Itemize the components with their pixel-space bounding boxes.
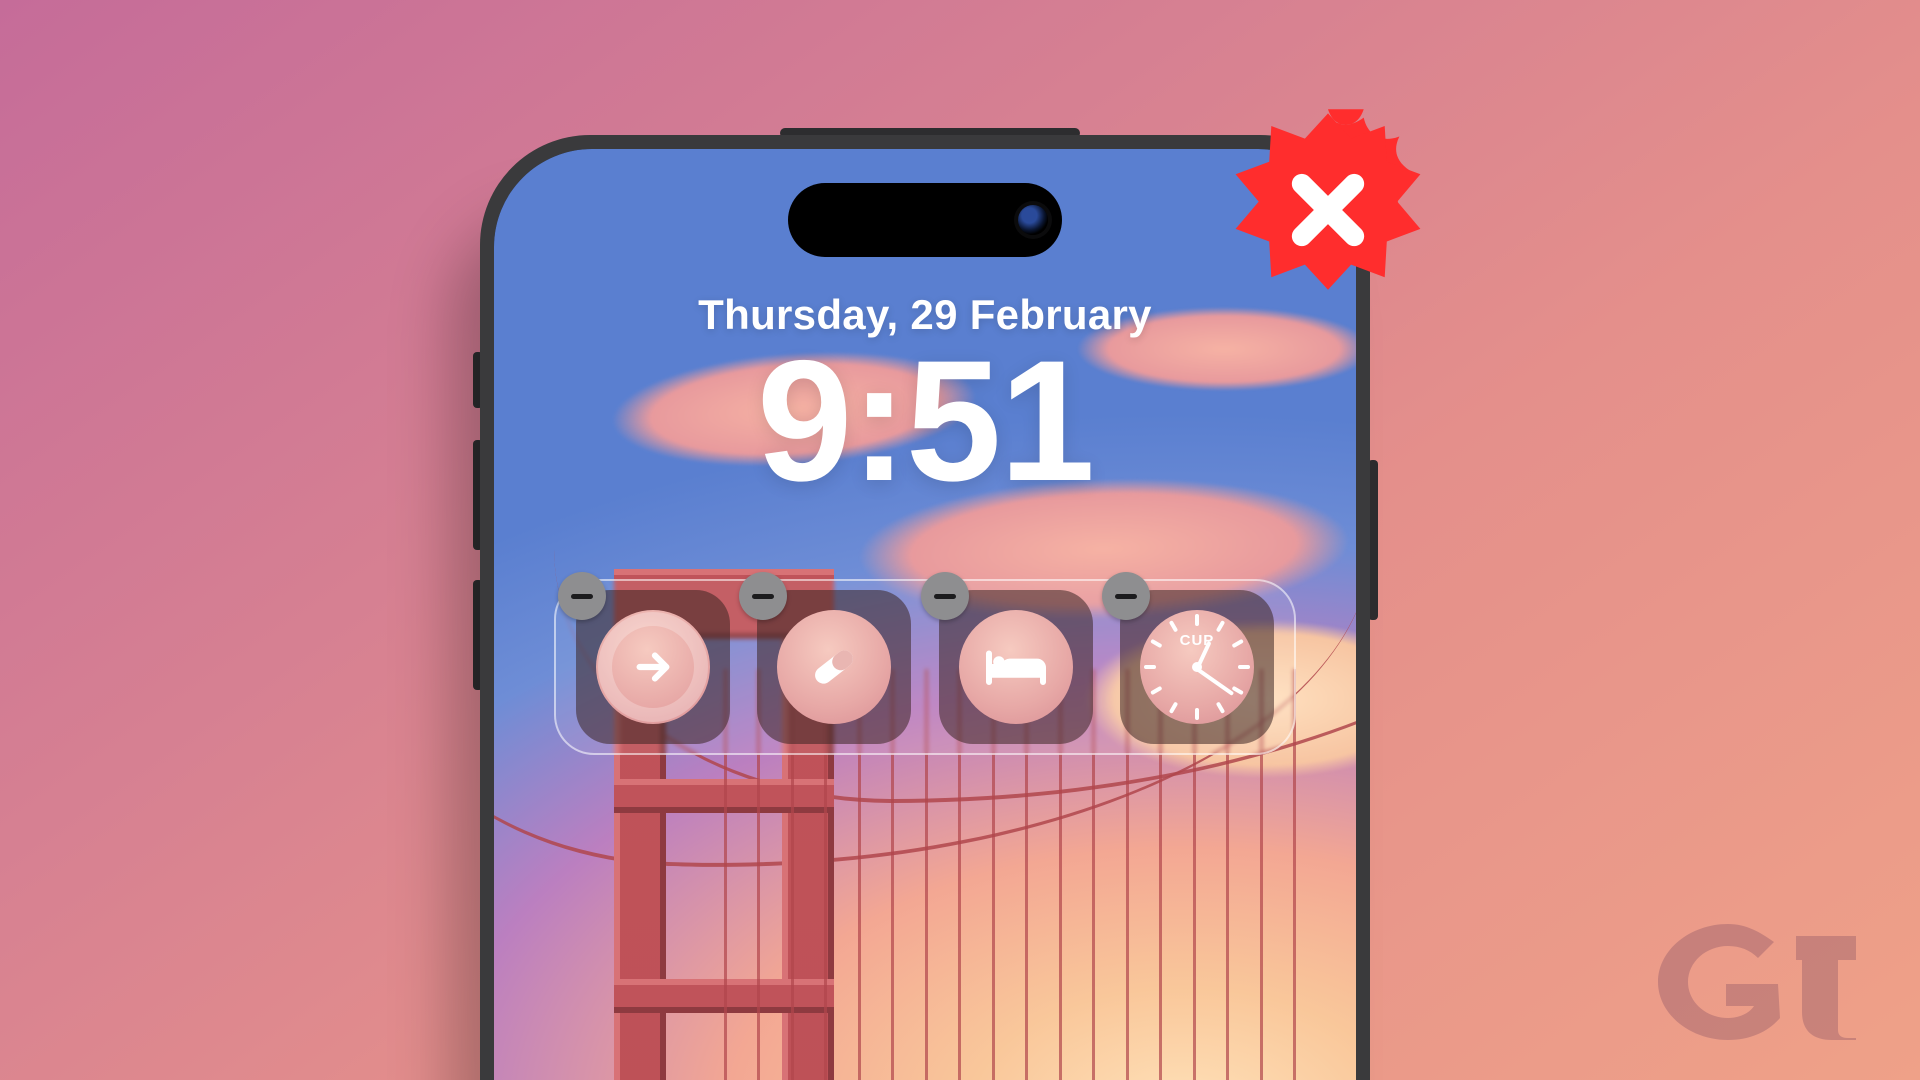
remove-widget-button[interactable] xyxy=(1102,572,1150,620)
minus-icon xyxy=(934,594,956,599)
brand-logo xyxy=(1632,910,1872,1050)
dynamic-island xyxy=(788,183,1062,257)
widget-shortcut[interactable] xyxy=(576,590,730,744)
remove-widget-button[interactable] xyxy=(921,572,969,620)
widget-medication[interactable] xyxy=(757,590,911,744)
minus-icon xyxy=(752,594,774,599)
hero-image: Thursday, 29 February 9:51 xyxy=(0,0,1920,1080)
minus-icon xyxy=(1115,594,1137,599)
remove-widget-button[interactable] xyxy=(558,572,606,620)
error-x-badge xyxy=(1223,105,1433,315)
arrow-right-icon xyxy=(598,612,708,722)
front-camera-icon xyxy=(1018,205,1048,235)
widget-world-clock[interactable]: CUP xyxy=(1120,590,1274,744)
minus-icon xyxy=(571,594,593,599)
remove-widget-button[interactable] xyxy=(739,572,787,620)
widget-tray[interactable]: CUP xyxy=(554,579,1296,755)
x-icon xyxy=(1286,168,1370,252)
widget-sleep[interactable] xyxy=(939,590,1093,744)
clock-face-icon: CUP xyxy=(1140,610,1254,724)
bed-icon xyxy=(959,610,1073,724)
lockscreen-time: 9:51 xyxy=(494,335,1356,507)
pill-icon xyxy=(777,610,891,724)
